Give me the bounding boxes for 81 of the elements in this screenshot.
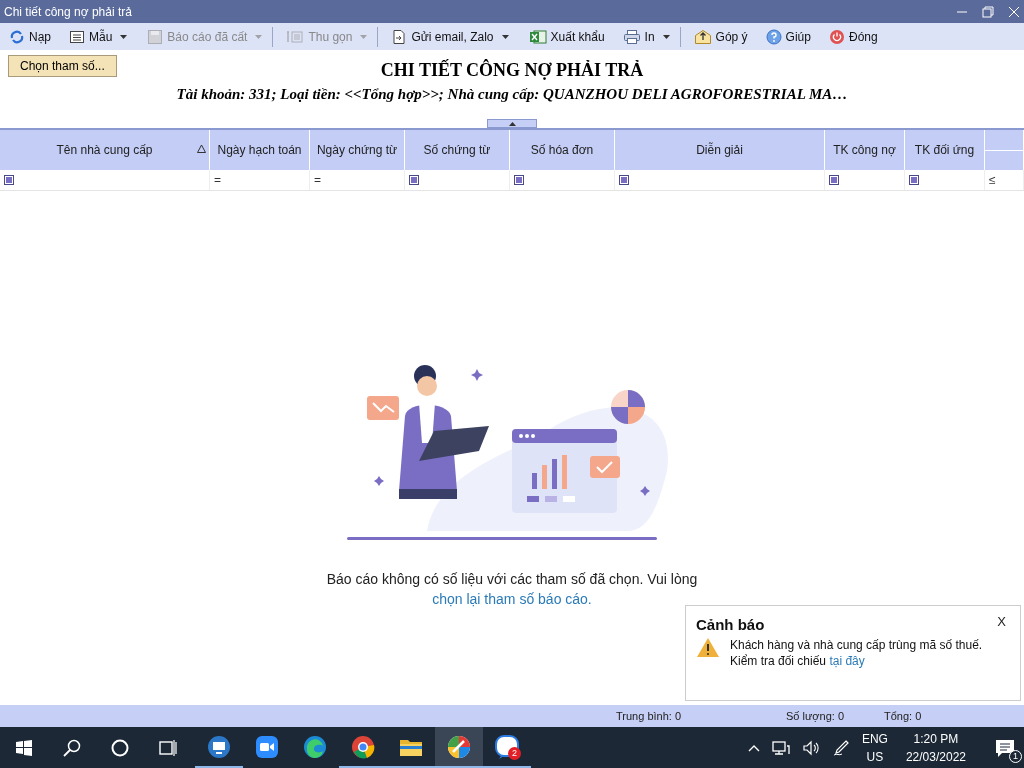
task-view-icon[interactable]: [159, 738, 177, 757]
browser-icon: [303, 734, 327, 759]
windows-start-icon[interactable]: [16, 739, 32, 756]
printer-icon: [622, 28, 641, 45]
colorful-app-icon: [447, 734, 471, 759]
caret-icon: [662, 34, 670, 39]
status-summary: Tổng: 0: [884, 710, 922, 722]
toolbar-button[interactable]: Góp ý: [688, 26, 753, 47]
warning-check-text: Kiểm tra đối chiếu tại đây: [730, 653, 866, 669]
chat-icon: [495, 734, 519, 759]
column-header[interactable]: TK đối ứng: [905, 130, 985, 170]
filter-toggle[interactable]: [409, 175, 419, 185]
report-title: CHI TIẾT CÔNG NỢ PHẢI TRẢ: [380, 58, 644, 81]
clock-date[interactable]: 22/03/2022: [905, 747, 966, 766]
toolbar-button[interactable]: Gửi email, Zalo: [386, 26, 516, 47]
collapse-handle[interactable]: [487, 119, 537, 128]
toolbar-button[interactable]: Đóng: [823, 26, 883, 47]
warning-title: Cảnh báo: [696, 616, 765, 633]
remote-desktop-icon: [207, 734, 231, 759]
input-language[interactable]: ENG: [861, 729, 888, 748]
caret-icon: [360, 34, 368, 39]
column-header[interactable]: Tên nhà cung cấp: [0, 130, 210, 170]
taskbar-app[interactable]: 2: [483, 727, 531, 768]
help-icon: [765, 28, 782, 45]
chevron-up-icon[interactable]: [747, 743, 760, 752]
filter-toggle[interactable]: [514, 175, 524, 185]
column-header[interactable]: Số chứng từ: [405, 130, 510, 170]
toolbar-button[interactable]: In: [617, 26, 681, 47]
network-icon[interactable]: [771, 739, 790, 756]
taskbar-app[interactable]: [435, 727, 483, 768]
window-title: Chi tiết công nợ phải trả: [4, 4, 133, 19]
filter-toggle[interactable]: [619, 175, 629, 185]
notification-count: 1: [1009, 749, 1022, 763]
envelope-icon: [693, 28, 712, 45]
column-header[interactable]: Ngày hạch toán: [210, 130, 310, 170]
spreadsheet-icon: [528, 28, 547, 45]
video-camera-icon: [255, 734, 279, 759]
notification-button[interactable]: 1: [994, 734, 1020, 761]
caret-icon: [501, 34, 509, 39]
warning-icon: [696, 637, 720, 658]
unread-badge: 2: [508, 747, 521, 760]
column-header[interactable]: TK công nợ: [825, 130, 905, 170]
power-icon: [828, 28, 845, 45]
filter-operator[interactable]: =: [214, 173, 221, 187]
filter-toggle[interactable]: [829, 175, 839, 185]
input-region[interactable]: US: [866, 747, 884, 766]
caret-icon: [255, 34, 263, 39]
refresh-icon: [9, 28, 25, 45]
column-header[interactable]: Diễn giải: [615, 130, 825, 170]
circle-icon[interactable]: [111, 738, 129, 757]
document-icon: [391, 28, 408, 45]
close-button[interactable]: X: [997, 614, 1006, 629]
filter-toggle[interactable]: [909, 175, 919, 185]
column-header[interactable]: Số hóa đơn: [510, 130, 615, 170]
save-icon: [147, 28, 164, 45]
toolbar-button[interactable]: Mẫu: [64, 26, 135, 47]
caret-icon: [120, 34, 128, 39]
here-link[interactable]: tại đây: [829, 654, 865, 668]
toolbar-button[interactable]: Xuất khẩu: [523, 26, 610, 47]
column-header[interactable]: Ngày chứng từ: [310, 130, 405, 170]
empty-message: Báo cáo không có số liệu với các tham số đã chọn. Vui lòng chọn lại tham số báo cáo.: [326, 570, 698, 609]
browser-icon: [351, 734, 375, 759]
speaker-icon[interactable]: [801, 739, 820, 756]
filter-operator[interactable]: ≤: [989, 173, 996, 187]
choose-parameters-link[interactable]: chọn lại tham số báo cáo.: [432, 591, 592, 607]
warning-message: Khách hàng và nhà cung cấp trùng mã số thuế.: [730, 637, 983, 653]
restore-icon[interactable]: [982, 5, 994, 18]
clock-time[interactable]: 1:20 PM: [913, 729, 959, 748]
choose-parameters-button[interactable]: Chọn tham số...: [8, 55, 117, 77]
filter-operator[interactable]: =: [314, 173, 321, 187]
toolbar-button[interactable]: Nạp: [4, 26, 56, 47]
status-summary: Trung bình: 0: [616, 710, 683, 722]
status-summary: Số lượng: 0: [786, 710, 845, 722]
list-icon: [69, 28, 85, 45]
toolbar-button[interactable]: Giúp: [760, 26, 816, 47]
close-icon[interactable]: [1008, 5, 1020, 18]
collapse-icon: [286, 28, 305, 45]
filter-toggle[interactable]: [4, 175, 14, 185]
pen-icon[interactable]: [831, 738, 850, 757]
report-subtitle: Tài khoản: 331; Loại tiền: <<Tổng hợp>>; Nhà cung cấp: QUANZHOU DELI AGROFORESTRIAL MA…: [175, 86, 849, 103]
search-icon[interactable]: [63, 738, 81, 757]
